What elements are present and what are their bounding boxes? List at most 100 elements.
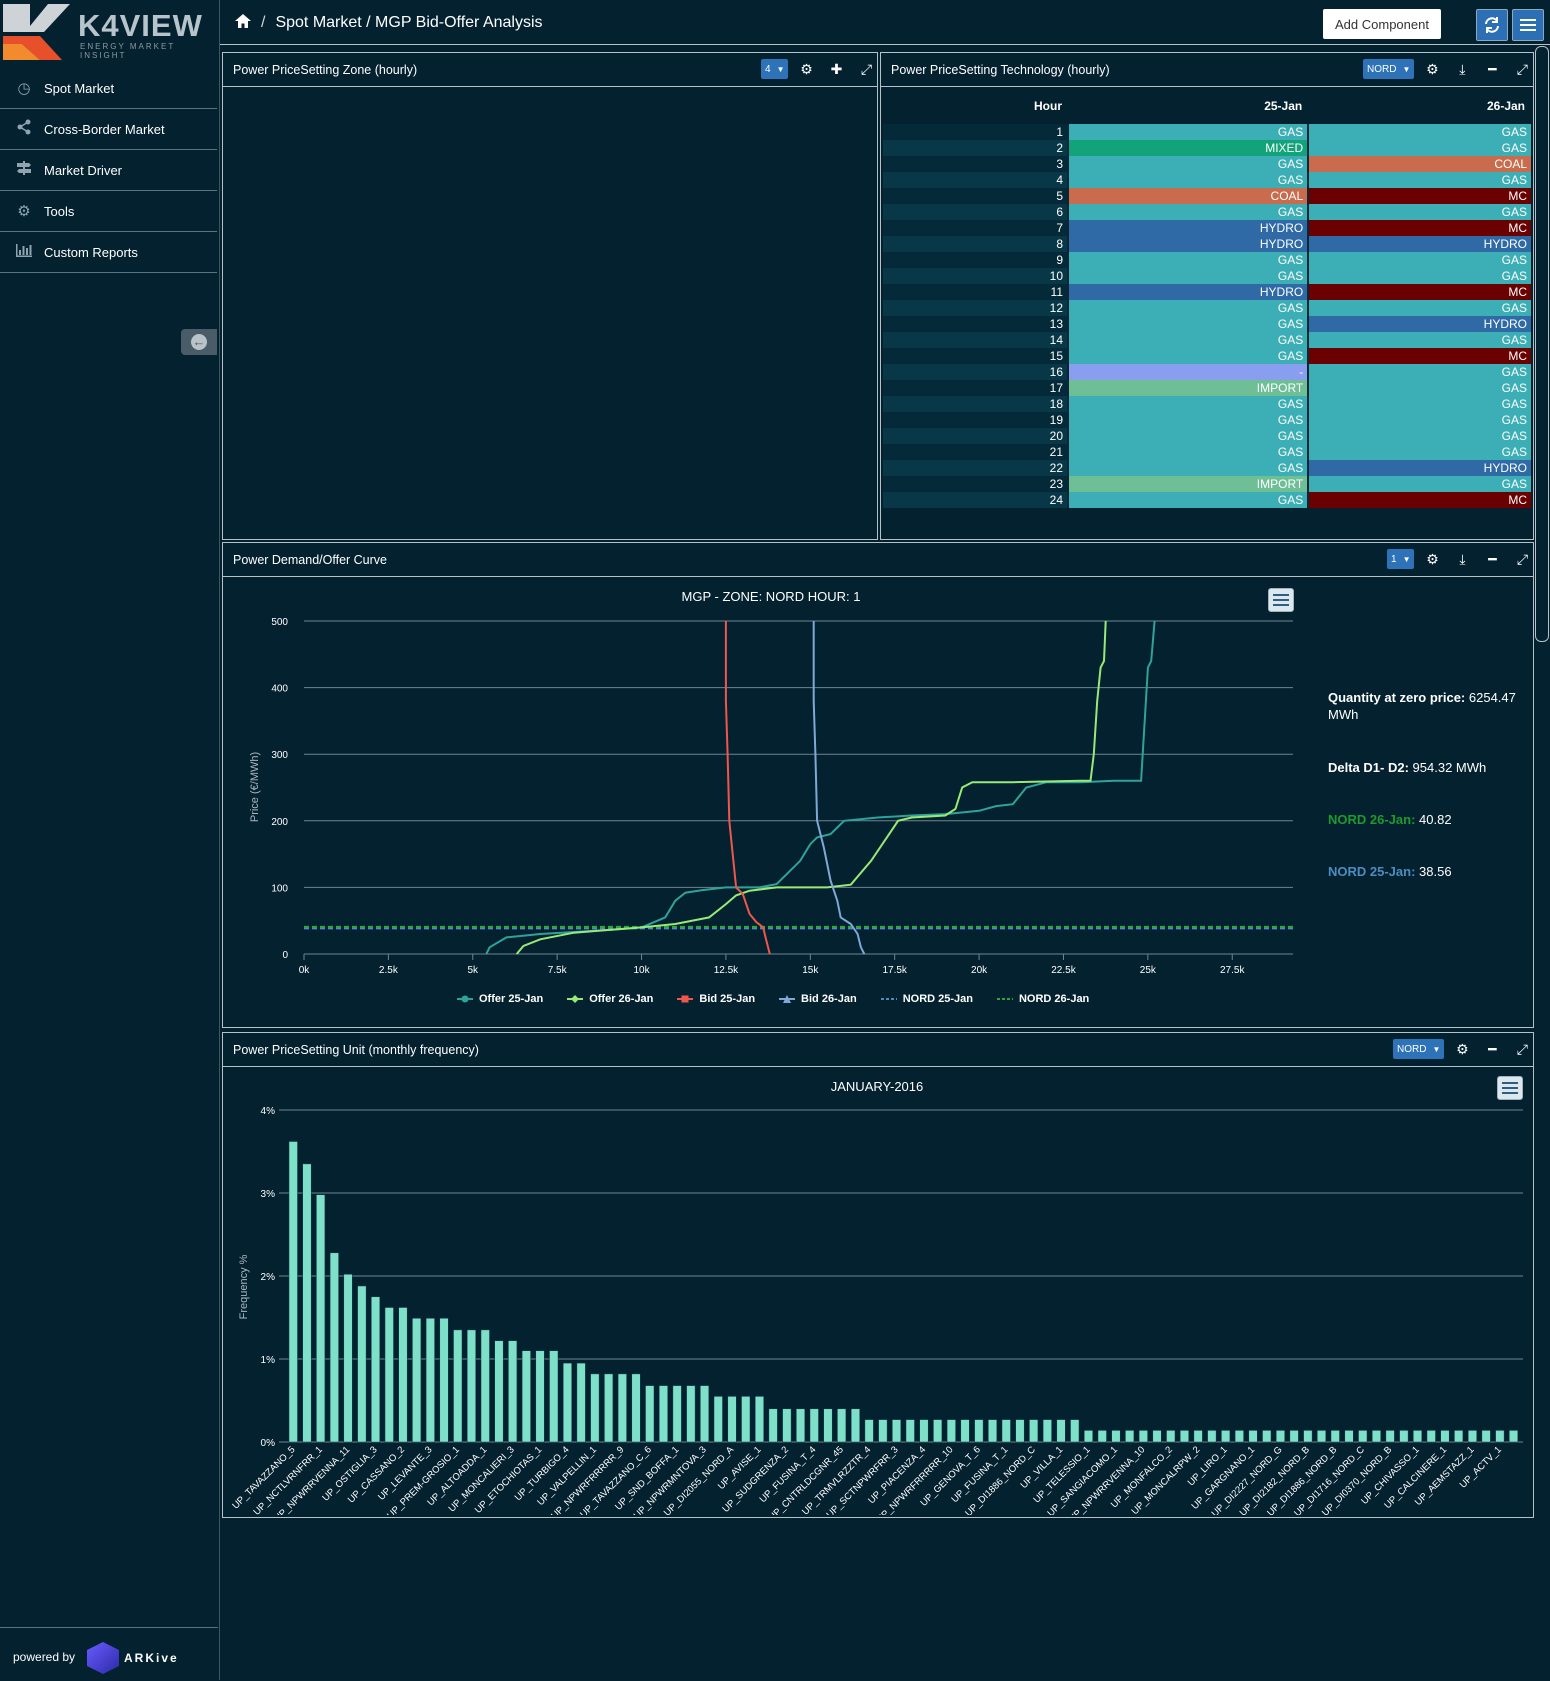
- bar: [1275, 1430, 1285, 1443]
- bar: [1371, 1430, 1381, 1443]
- logo[interactable]: K4VIEW ENERGY MARKET INSIGHT: [0, 0, 219, 68]
- tech-cell: GAS: [1066, 204, 1309, 220]
- minimize-icon[interactable]: ━: [1480, 61, 1504, 78]
- hour-select[interactable]: 4 ▼: [761, 59, 789, 79]
- sidebar-item-spot-market[interactable]: ◷ Spot Market: [0, 68, 217, 109]
- hour-select-value: 1: [1391, 553, 1397, 565]
- add-component-button[interactable]: Add Component: [1323, 9, 1441, 39]
- home-icon[interactable]: [235, 14, 251, 32]
- x-tick-label: 20k: [971, 965, 988, 976]
- bar: [453, 1329, 463, 1443]
- legend-item[interactable]: Offer 26-Jan: [567, 993, 653, 1005]
- tech-cell: GAS: [1066, 492, 1309, 508]
- legend-marker: [677, 995, 694, 1003]
- x-tick-label: 22.5k: [1051, 965, 1076, 976]
- legend-item[interactable]: Bid 25-Jan: [677, 993, 755, 1005]
- tech-cell: GAS: [1066, 252, 1309, 268]
- tech-cell: GAS: [1066, 460, 1309, 476]
- legend-marker: [880, 998, 897, 1000]
- legend-label: Bid 26-Jan: [801, 993, 857, 1005]
- bar: [1001, 1419, 1011, 1443]
- refresh-button[interactable]: [1476, 9, 1508, 41]
- hour-select[interactable]: 1 ▼: [1387, 549, 1415, 569]
- bar: [727, 1396, 737, 1443]
- bar: [1426, 1430, 1436, 1443]
- sidebar-item-label: Custom Reports: [44, 244, 138, 260]
- zone-select[interactable]: NORD ▼: [1393, 1039, 1445, 1059]
- frequency-bar-chart: JANUARY-2016Frequency %0%1%2%3%4%UP_TAVA…: [230, 1079, 1523, 1515]
- download-icon[interactable]: ⤓: [1450, 61, 1474, 78]
- breadcrumb-path[interactable]: Spot Market / MGP Bid-Offer Analysis: [275, 14, 542, 32]
- tech-cell: GAS: [1307, 380, 1531, 396]
- bar: [864, 1419, 874, 1443]
- x-tick-label: 10k: [633, 965, 650, 976]
- bar: [1454, 1430, 1464, 1443]
- nord25-info: NORD 25-Jan: 38.56: [1328, 863, 1452, 880]
- bar: [1358, 1430, 1368, 1443]
- refresh-icon: [1485, 17, 1499, 33]
- bar: [1248, 1430, 1258, 1443]
- bar: [439, 1318, 449, 1443]
- bar: [658, 1385, 668, 1443]
- bar: [398, 1307, 408, 1443]
- tech-cell: MC: [1307, 220, 1531, 236]
- sidebar-item-custom-reports[interactable]: Custom Reports: [0, 232, 217, 273]
- tech-cell: GAS: [1307, 476, 1531, 492]
- series-line: [515, 620, 1107, 955]
- tech-cell: MC: [1307, 188, 1531, 204]
- expand-icon[interactable]: ⤢: [1510, 551, 1534, 568]
- gear-icon[interactable]: ⚙: [1420, 551, 1444, 568]
- hour-cell: 9: [883, 252, 1068, 268]
- chart-export-menu-button[interactable]: [1497, 1076, 1523, 1100]
- legend-item[interactable]: Offer 25-Jan: [457, 993, 543, 1005]
- bar: [1481, 1430, 1491, 1443]
- k4view-logo-mark: [3, 4, 70, 60]
- bar: [1152, 1430, 1162, 1443]
- legend-item[interactable]: NORD 26-Jan: [996, 993, 1089, 1005]
- sidebar-collapse-button[interactable]: ←: [181, 329, 217, 355]
- gear-icon[interactable]: ⚙: [1450, 1041, 1474, 1058]
- gear-icon[interactable]: ⚙: [1420, 61, 1444, 78]
- tech-cell: GAS: [1066, 332, 1309, 348]
- gear-icon[interactable]: ⚙: [794, 61, 818, 78]
- tech-table-body: 1 GAS GAS 2 MIXED GAS 3 GAS COAL 4 GAS GAS 5 COAL MC 6 G…: [883, 124, 1531, 508]
- table-row: 23 IMPORT GAS: [883, 476, 1531, 492]
- x-tick-label: 15k: [802, 965, 819, 976]
- plus-icon[interactable]: ✚: [824, 61, 848, 78]
- powered-by-brand: ARKive: [124, 1651, 179, 1665]
- panel-header: Power Demand/Offer Curve 1 ▼ ⚙ ⤓ ━ ⤢: [223, 543, 1533, 577]
- y-tick-label: 100: [271, 883, 288, 894]
- zone-select[interactable]: NORD ▼: [1363, 59, 1415, 79]
- bar: [1070, 1419, 1080, 1443]
- expand-icon[interactable]: ⤢: [854, 61, 878, 78]
- qty-zero-price-info: Quantity at zero price: 6254.47 MWh: [1328, 689, 1528, 723]
- sidebar-item-cross-border-market[interactable]: Cross-Border Market: [0, 109, 217, 150]
- sidebar-item-market-driver[interactable]: Market Driver: [0, 150, 217, 191]
- minimize-icon[interactable]: ━: [1480, 551, 1504, 568]
- bar: [823, 1408, 833, 1443]
- bar: [905, 1419, 915, 1443]
- arrow-left-circle-icon: ←: [191, 334, 207, 350]
- download-icon[interactable]: ⤓: [1450, 551, 1474, 568]
- minimize-icon[interactable]: ━: [1480, 1041, 1504, 1058]
- chart-export-menu-button[interactable]: [1268, 588, 1294, 612]
- legend-item[interactable]: NORD 25-Jan: [880, 993, 973, 1005]
- bar: [1399, 1430, 1409, 1443]
- zone-select-value: NORD: [1397, 1043, 1427, 1055]
- expand-icon[interactable]: ⤢: [1510, 1041, 1534, 1058]
- tech-cell: HYDRO: [1066, 236, 1309, 252]
- sidebar-item-label: Tools: [44, 203, 75, 219]
- legend-item[interactable]: Bid 26-Jan: [779, 993, 857, 1005]
- sidebar-item-tools[interactable]: ⚙ Tools: [0, 191, 217, 232]
- page-scrollbar[interactable]: [1535, 46, 1549, 642]
- tech-cell: GAS: [1307, 124, 1531, 140]
- tech-cell: GAS: [1066, 348, 1309, 364]
- legend-label: NORD 25-Jan: [902, 993, 973, 1005]
- menu-button[interactable]: [1512, 9, 1544, 41]
- bar: [466, 1329, 476, 1443]
- expand-icon[interactable]: ⤢: [1510, 61, 1534, 78]
- x-tick-label: 2.5k: [379, 965, 399, 976]
- nord26-info: NORD 26-Jan: 40.82: [1328, 811, 1452, 828]
- hour-cell: 4: [883, 172, 1068, 188]
- hour-cell: 13: [883, 316, 1068, 332]
